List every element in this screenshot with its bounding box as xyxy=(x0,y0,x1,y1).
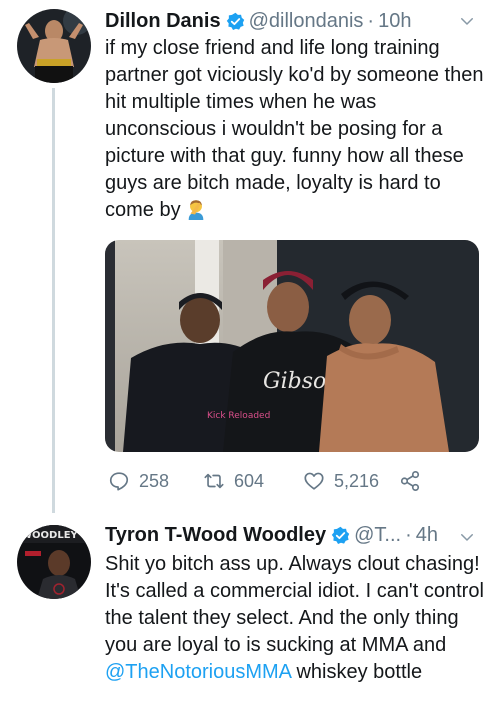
tweet-text: if my close friend and life long trainin… xyxy=(105,35,485,224)
tweet-text: Shit yo bitch ass up. Always clout chasi… xyxy=(105,551,485,686)
tweet-text-part2: whiskey bottle xyxy=(290,661,423,683)
reply-count: 258 xyxy=(139,470,170,491)
share-icon xyxy=(400,471,420,491)
like-button[interactable]: 5,216 xyxy=(303,470,379,492)
avatar[interactable] xyxy=(17,9,91,83)
avatar-woodley-text: WOODLEY xyxy=(21,530,79,541)
verified-badge-icon xyxy=(226,12,244,30)
photo-shirt-logo-text: Kick Reloaded xyxy=(207,411,270,421)
tweet-header: Dillon Danis @dillondanis · 10h xyxy=(105,9,411,33)
heart-icon xyxy=(304,472,324,490)
mention-link[interactable]: @TheNotoriousMMA xyxy=(105,661,291,683)
author-name[interactable]: Tyron T-Wood Woodley xyxy=(105,523,326,547)
separator-dot: · xyxy=(367,10,375,32)
reply-icon xyxy=(109,472,129,491)
timestamp[interactable]: 4h xyxy=(416,523,438,547)
tweet-actions: 258 604 5,216 xyxy=(105,470,479,496)
tweet-photo[interactable]: Gibson Kick Reloaded xyxy=(105,240,479,452)
retweet-count: 604 xyxy=(234,470,265,491)
avatar[interactable]: WOODLEY xyxy=(17,525,91,599)
retweet-button[interactable]: 604 xyxy=(203,470,264,492)
tweet-text-content: if my close friend and life long trainin… xyxy=(105,37,484,221)
tweet-text-part1: Shit yo bitch ass up. Always clout chasi… xyxy=(105,553,484,656)
chevron-down-icon[interactable] xyxy=(458,528,476,546)
author-handle[interactable]: @T... xyxy=(354,523,401,547)
separator-dot: · xyxy=(405,524,412,546)
verified-badge-icon xyxy=(331,526,350,544)
chevron-down-icon[interactable] xyxy=(458,12,476,30)
timestamp[interactable]: 10h xyxy=(378,9,411,33)
author-handle[interactable]: @dillondanis xyxy=(249,9,364,33)
tweet-dillon-danis: Dillon Danis @dillondanis · 10h if my cl… xyxy=(0,0,496,512)
reply-button[interactable]: 258 xyxy=(108,470,169,492)
share-button[interactable] xyxy=(399,470,430,492)
tweet-header: Tyron T-Wood Woodley @T... · 4h xyxy=(105,523,438,547)
retweet-icon xyxy=(204,473,224,489)
tweet-tyron-woodley: WOODLEY Tyron T-Wood Woodley @T... · 4h … xyxy=(0,512,496,728)
man-facepalming-emoji-icon xyxy=(188,200,203,220)
like-count: 5,216 xyxy=(334,470,380,491)
author-name[interactable]: Dillon Danis xyxy=(105,9,221,33)
